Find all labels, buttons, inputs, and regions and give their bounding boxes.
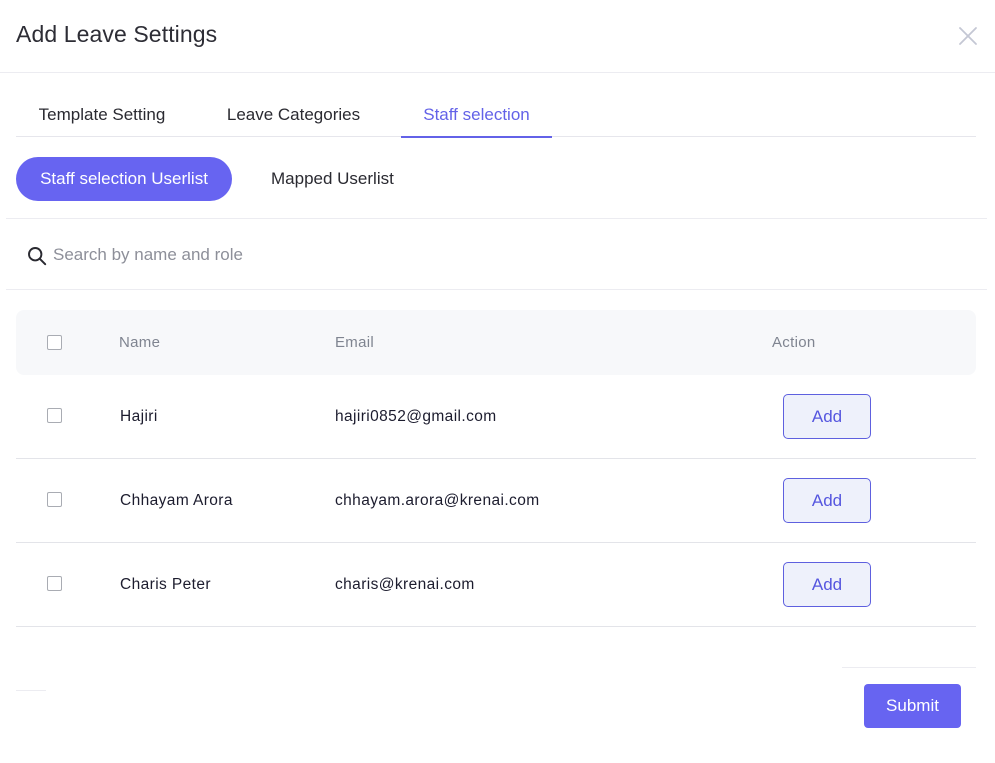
table-header: Name Email Action [16,310,976,375]
cell-name: Hajiri [120,408,158,425]
add-button[interactable]: Add [783,562,871,607]
cell-email: charis@krenai.com [335,576,475,593]
add-leave-settings-dialog: Add Leave Settings Template Setting Leav… [0,0,995,763]
close-button[interactable] [954,22,982,50]
table-row: Chhayam Arora chhayam.arora@krenai.com A… [16,459,976,543]
settings-tabs: Template Setting Leave Categories Staff … [16,92,976,138]
dialog-header: Add Leave Settings [0,0,995,73]
row-checkbox[interactable] [47,492,62,507]
search-bar [6,219,987,290]
table-row: Hajiri hajiri0852@gmail.com Add [16,375,976,459]
tab-leave-categories[interactable]: Leave Categories [226,92,361,137]
tab-staff-selection[interactable]: Staff selection [401,92,552,138]
cell-email: hajiri0852@gmail.com [335,408,497,425]
dialog-title: Add Leave Settings [16,21,218,47]
divider [842,667,976,668]
column-header-action: Action [772,334,816,351]
divider [16,690,46,691]
add-button[interactable]: Add [783,394,871,439]
subtab-mapped-userlist[interactable]: Mapped Userlist [271,157,394,201]
cell-name: Chhayam Arora [120,492,233,509]
submit-button[interactable]: Submit [864,684,961,728]
add-button[interactable]: Add [783,478,871,523]
column-header-email: Email [335,334,375,351]
staff-table: Name Email Action Hajiri hajiri0852@gmai… [16,310,976,627]
cell-email: chhayam.arora@krenai.com [335,492,540,509]
close-icon [959,27,977,45]
subtab-staff-selection-userlist[interactable]: Staff selection Userlist [16,157,232,201]
row-checkbox[interactable] [47,576,62,591]
column-header-name: Name [119,334,161,351]
tab-template-setting[interactable]: Template Setting [35,92,169,137]
search-icon [28,247,47,266]
row-checkbox[interactable] [47,408,62,423]
table-row: Charis Peter charis@krenai.com Add [16,543,976,627]
select-all-checkbox[interactable] [47,335,62,350]
cell-name: Charis Peter [120,576,211,593]
search-input[interactable] [53,241,653,269]
